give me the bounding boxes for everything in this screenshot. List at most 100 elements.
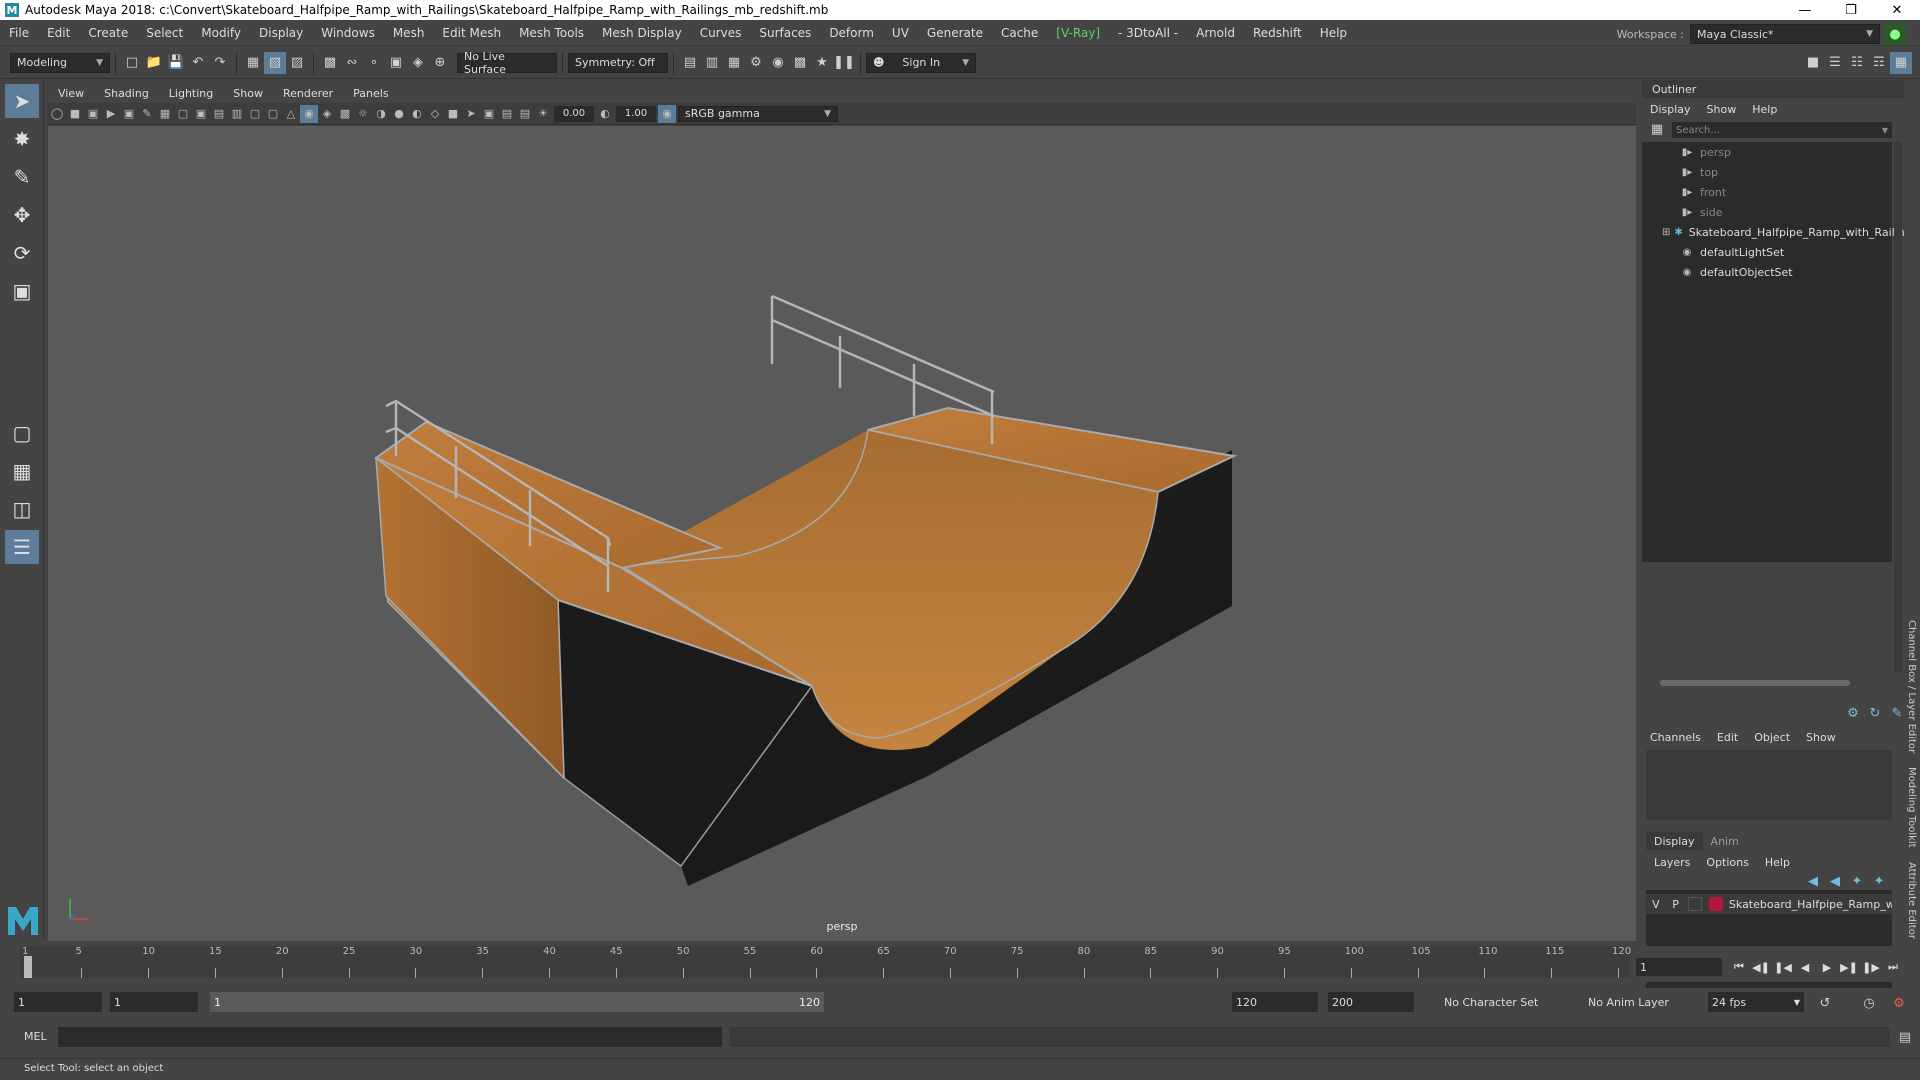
snap-pivot-icon[interactable]: ⊕ <box>429 52 451 74</box>
live-surface-field[interactable]: No Live Surface <box>457 50 557 76</box>
four-view-layout-icon[interactable]: ▦ <box>5 454 39 488</box>
range-slider[interactable]: 1 120 <box>210 992 824 1012</box>
menu-redshift[interactable]: Redshift <box>1244 26 1311 40</box>
mode-dropdown[interactable]: Modeling ▼ <box>10 52 110 73</box>
outliner-menu-show[interactable]: Show <box>1699 103 1745 116</box>
refresh-icon[interactable]: ↻ <box>1864 702 1886 724</box>
menu-display[interactable]: Display <box>250 26 312 40</box>
safe-title-icon[interactable]: ▢ <box>264 105 282 123</box>
character-set-dropdown[interactable]: No Character Set <box>1440 992 1566 1012</box>
wireframe-icon[interactable]: △ <box>282 105 300 123</box>
menu-create[interactable]: Create <box>79 26 137 40</box>
film-gate-icon[interactable]: ▢ <box>174 105 192 123</box>
light-editor-icon[interactable]: ★ <box>811 52 833 74</box>
use-all-lights-icon[interactable]: ☼ <box>354 105 372 123</box>
menu-mesh-display[interactable]: Mesh Display <box>593 26 691 40</box>
tab-channel-box-layer-editor[interactable]: Channel Box / Layer Editor <box>1906 620 1917 753</box>
layers-menu-help[interactable]: Help <box>1757 856 1798 869</box>
tool-settings-icon[interactable]: ☷ <box>1846 52 1868 74</box>
outliner-item-persp[interactable]: ▮▸ persp <box>1642 142 1892 162</box>
gate-mask-icon[interactable]: ▤ <box>210 105 228 123</box>
smooth-shade-icon[interactable]: ◉ <box>300 104 318 123</box>
hypershade-icon[interactable]: ◉ <box>767 52 789 74</box>
attribute-editor-icon[interactable]: ☰ <box>1824 52 1846 74</box>
isolate-select-icon[interactable]: ➤ <box>462 105 480 123</box>
layer-visibility-toggle[interactable]: V <box>1646 898 1666 911</box>
pause-icon[interactable]: ❚❚ <box>833 52 855 74</box>
channels-menu-channels[interactable]: Channels <box>1642 731 1709 744</box>
move-layer-up-icon[interactable]: ◀ <box>1802 870 1824 892</box>
single-view-layout-icon[interactable]: ▢ <box>5 416 39 450</box>
menu-surfaces[interactable]: Surfaces <box>750 26 820 40</box>
gamma-icon[interactable]: ◐ <box>596 105 614 123</box>
rotate-tool-icon[interactable]: ⟳ <box>5 236 39 270</box>
outliner-hscroll[interactable] <box>1652 678 1886 688</box>
save-scene-icon[interactable]: 💾 <box>165 52 187 74</box>
exposure-icon[interactable]: ☀ <box>534 105 552 123</box>
scale-tool-icon[interactable]: ▣ <box>5 274 39 308</box>
outliner-item-front[interactable]: ▮▸ front <box>1642 182 1892 202</box>
layer-type-toggle[interactable] <box>1688 897 1703 911</box>
snap-curve-icon[interactable]: ∾ <box>341 52 363 74</box>
edit-icon[interactable]: ✎ <box>1886 702 1908 724</box>
shadows-icon[interactable]: ◑ <box>372 105 390 123</box>
camera-icon[interactable]: ▶ <box>102 105 120 123</box>
select-object-icon[interactable]: ▧ <box>264 51 286 74</box>
channels-menu-edit[interactable]: Edit <box>1709 731 1746 744</box>
playback-end-field[interactable]: 120 <box>1232 992 1318 1012</box>
exposure-field[interactable]: 0.00 <box>554 105 594 122</box>
move-tool-icon[interactable]: ✥ <box>5 198 39 232</box>
xray-joints-icon[interactable]: ▤ <box>498 105 516 123</box>
close-button[interactable]: ✕ <box>1874 3 1920 18</box>
xray-icon[interactable]: ▣ <box>480 105 498 123</box>
select-tool-icon[interactable]: ➤ <box>5 84 39 118</box>
outliner-item-top[interactable]: ▮▸ top <box>1642 162 1892 182</box>
channel-box-icon[interactable]: ☶ <box>1868 52 1890 74</box>
loop-icon[interactable]: ↺ <box>1814 992 1836 1014</box>
go-to-end-icon[interactable]: ⏭ <box>1882 960 1904 974</box>
tab-modeling-toolkit[interactable]: Modeling Toolkit <box>1906 767 1917 848</box>
outliner-item-halfpipe-group[interactable]: ⊞ ✱ Skateboard_Halfpipe_Ramp_with_Railin <box>1642 222 1905 242</box>
menu-arnold[interactable]: Arnold <box>1187 26 1244 40</box>
step-back-frame-icon[interactable]: ❚◀ <box>1772 961 1794 974</box>
outliner-item-default-object-set[interactable]: ◉ defaultObjectSet <box>1642 262 1892 282</box>
layers-menu-layers[interactable]: Layers <box>1646 856 1698 869</box>
menu-uv[interactable]: UV <box>883 26 918 40</box>
command-input[interactable] <box>58 1027 722 1047</box>
menu-edit[interactable]: Edit <box>38 26 79 40</box>
layer-row[interactable]: V P Skateboard_Halfpipe_Ramp_w <box>1646 894 1892 914</box>
safe-action-icon[interactable]: ▢ <box>246 105 264 123</box>
time-slider-track[interactable]: 1 5 10 15 20 25 30 35 40 45 50 55 60 65 70 75 80 85 90 95 10… <box>20 946 1631 978</box>
auto-key-icon[interactable]: ◷ <box>1858 992 1880 1014</box>
snap-grid-icon[interactable]: ▩ <box>319 52 341 74</box>
menu-mesh[interactable]: Mesh <box>384 26 434 40</box>
grid-icon[interactable]: ▦ <box>156 105 174 123</box>
animation-prefs-icon[interactable]: ⚙ <box>1888 992 1910 1014</box>
viewport-menu-shading[interactable]: Shading <box>94 87 159 100</box>
screen-space-ao-icon[interactable]: ● <box>390 105 408 123</box>
tab-anim[interactable]: Anim <box>1703 832 1747 850</box>
anti-aliasing-icon[interactable]: ◇ <box>426 105 444 123</box>
step-forward-key-icon[interactable]: ❚▶ <box>1860 961 1882 974</box>
outliner-layout-icon[interactable]: ☰ <box>5 530 39 564</box>
menu-help[interactable]: Help <box>1311 26 1356 40</box>
redo-icon[interactable]: ↷ <box>209 52 231 74</box>
select-hierarchy-icon[interactable]: ▦ <box>242 52 264 74</box>
backface-culling-icon[interactable]: ▤ <box>516 105 534 123</box>
menu-deform[interactable]: Deform <box>820 26 883 40</box>
gamma-field[interactable]: 1.00 <box>616 105 656 122</box>
menu-3dtoall[interactable]: - 3DtoAll - <box>1109 26 1187 40</box>
restore-button[interactable]: ❐ <box>1828 3 1874 18</box>
menu-cache[interactable]: Cache <box>992 26 1047 40</box>
fps-dropdown[interactable]: 24 fps ▼ <box>1708 992 1804 1012</box>
menu-mesh-tools[interactable]: Mesh Tools <box>510 26 593 40</box>
play-backward-icon[interactable]: ◀ <box>1794 961 1816 974</box>
wireframe-on-shaded-icon[interactable]: ◈ <box>318 105 336 123</box>
snap-surface-icon[interactable]: ◈ <box>407 52 429 74</box>
bookmark-icon[interactable]: ■ <box>66 105 84 123</box>
layer-color-swatch[interactable] <box>1709 897 1723 911</box>
sign-in-button[interactable]: ☻ Sign In ▼ <box>866 52 976 73</box>
field-chart-icon[interactable]: ▥ <box>228 105 246 123</box>
move-layer-down-icon[interactable]: ◀ <box>1824 870 1846 892</box>
menu-select[interactable]: Select <box>137 26 192 40</box>
